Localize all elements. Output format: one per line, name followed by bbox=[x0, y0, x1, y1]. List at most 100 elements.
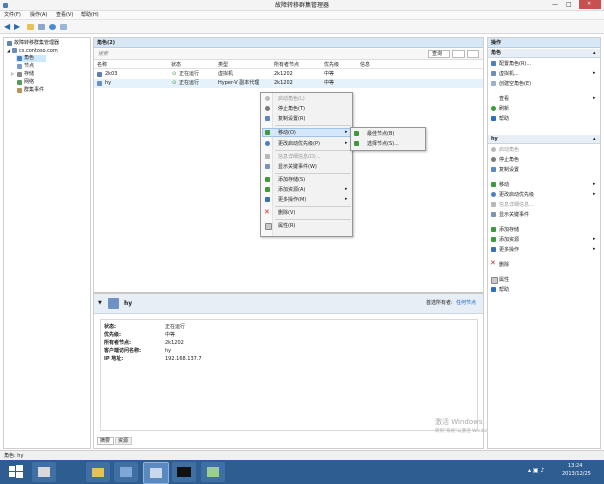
title-bar: 故障转移群集管理器 — □ ✕ bbox=[0, 0, 604, 11]
menu-item-replication[interactable]: 复制设置(R) bbox=[278, 117, 305, 122]
section-roles-title: 角色 bbox=[491, 50, 502, 56]
action-help[interactable]: 帮助 bbox=[499, 117, 509, 122]
action-stop-role[interactable]: 停止角色 bbox=[499, 158, 519, 163]
menu-item-properties[interactable]: 属性(R) bbox=[278, 224, 295, 229]
action-create-empty-role[interactable]: 创建空角色(E) bbox=[499, 82, 531, 87]
column-name[interactable]: 名称 bbox=[97, 63, 107, 68]
help-icon[interactable] bbox=[49, 24, 56, 30]
action-info-details[interactable]: 信息详细信息... bbox=[499, 203, 534, 208]
clock-time[interactable]: 13:24 bbox=[568, 464, 582, 469]
any-node-link[interactable]: 任何节点 bbox=[456, 301, 476, 306]
action-start-role[interactable]: 启动角色 bbox=[499, 148, 519, 153]
menu-separator bbox=[275, 173, 351, 174]
taskbar-hyperv-icon[interactable] bbox=[114, 462, 138, 482]
delete-icon: ✕ bbox=[490, 259, 496, 267]
menu-item-more-actions[interactable]: 更多操作(M) bbox=[278, 198, 306, 203]
tree-item-events[interactable]: 群集事件 bbox=[24, 88, 44, 93]
action-move[interactable]: 移动 bbox=[499, 183, 509, 188]
start-button[interactable] bbox=[4, 462, 28, 482]
action-virtual-machines[interactable]: 虚拟机... bbox=[499, 72, 519, 77]
back-icon[interactable]: ◀ bbox=[4, 23, 10, 31]
close-button[interactable]: ✕ bbox=[579, 0, 601, 9]
tray-icons[interactable]: ▴ ▣ ♪ bbox=[528, 468, 544, 474]
menu-item-start-role[interactable]: 启动角色(L) bbox=[278, 97, 305, 102]
add-resource-icon bbox=[265, 187, 270, 192]
forward-icon[interactable]: ▶ bbox=[14, 23, 20, 31]
start-role-icon bbox=[265, 96, 270, 101]
taskbar-app-icon[interactable] bbox=[201, 462, 225, 482]
column-type[interactable]: 类型 bbox=[218, 63, 228, 68]
menu-view[interactable]: 查看(V) bbox=[56, 13, 73, 18]
column-info[interactable]: 信息 bbox=[360, 63, 370, 68]
taskbar-explorer-icon[interactable] bbox=[86, 462, 110, 482]
clock-date[interactable]: 2013/12/25 bbox=[562, 472, 591, 477]
menu-item-info-details[interactable]: 信息详细信息(D)... bbox=[278, 155, 321, 160]
search-input[interactable]: 搜索 bbox=[98, 52, 108, 57]
expand-storage-icon[interactable]: ▷ bbox=[11, 72, 14, 76]
submenu-arrow-icon: ▸ bbox=[593, 95, 596, 101]
action-add-storage[interactable]: 添加存储 bbox=[499, 228, 519, 233]
tree-root-label[interactable]: 故障转移群集管理器 bbox=[14, 41, 59, 46]
actions-section-roles[interactable]: 角色 ▴ bbox=[488, 49, 600, 58]
details-info-box: 状态: 正在运行 优先级: 中等 所有者节点: 2k1202 客户端访问名称: … bbox=[100, 319, 478, 431]
cluster-events-icon bbox=[17, 88, 22, 93]
action-refresh[interactable]: 刷新 bbox=[499, 107, 509, 112]
tab-summary[interactable]: 摘要 bbox=[97, 437, 114, 445]
networks-icon bbox=[17, 80, 22, 85]
minimize-button[interactable]: — bbox=[552, 2, 558, 8]
menu-item-move[interactable]: 移动(O) ▸ bbox=[262, 128, 351, 137]
taskbar-cmd-icon[interactable] bbox=[172, 462, 196, 482]
tree-cluster-label[interactable]: cs.contoso.com bbox=[19, 49, 58, 54]
priority-icon bbox=[265, 141, 270, 146]
menu-item-add-storage[interactable]: 添加存储(S) bbox=[278, 178, 305, 183]
tree-item-storage[interactable]: 存储 bbox=[24, 72, 34, 77]
console-tree-icon[interactable] bbox=[38, 24, 45, 30]
details-role-icon bbox=[108, 298, 119, 309]
actions-section-hy[interactable]: hy ▴ bbox=[488, 135, 600, 144]
menu-item-priority[interactable]: 更改启动优先级(P) bbox=[278, 142, 320, 147]
table-row[interactable]: 2k03 ⊙ 正在运行 虚拟机 2k1202 中等 bbox=[94, 70, 483, 79]
taskbar: ▴ ▣ ♪ 13:24 2013/12/25 bbox=[0, 460, 604, 484]
maximize-button[interactable]: □ bbox=[566, 2, 572, 8]
critical-events-icon bbox=[265, 164, 270, 169]
submenu-item-select-node[interactable]: 选择节点(S)... bbox=[367, 142, 399, 147]
delete-icon: ✕ bbox=[264, 208, 270, 216]
action-help-2[interactable]: 帮助 bbox=[499, 288, 509, 293]
action-delete[interactable]: 删除 bbox=[499, 263, 509, 268]
action-priority[interactable]: 更改启动优先级 bbox=[499, 193, 534, 198]
menu-action[interactable]: 操作(A) bbox=[30, 13, 47, 18]
action-pane-icon[interactable] bbox=[60, 24, 67, 30]
table-row[interactable]: hy ⊙ 正在运行 Hyper-V 副本代理 2k1202 中等 bbox=[94, 79, 483, 88]
taskbar-server-manager-icon[interactable] bbox=[32, 462, 56, 482]
menu-file[interactable]: 文件(F) bbox=[4, 13, 21, 18]
column-owner[interactable]: 所有者节点 bbox=[274, 63, 299, 68]
stop-role-icon bbox=[491, 157, 496, 162]
menu-item-critical-events[interactable]: 显示关键事件(W) bbox=[278, 165, 317, 170]
column-priority[interactable]: 优先级 bbox=[324, 63, 339, 68]
action-critical-events[interactable]: 显示关键事件 bbox=[499, 213, 529, 218]
submenu-item-best-node[interactable]: 最佳节点(B) bbox=[367, 132, 394, 137]
action-replication[interactable]: 复制设置 bbox=[499, 168, 519, 173]
tab-summary-label: 摘要 bbox=[100, 438, 111, 444]
expand-icon[interactable]: ◢ bbox=[7, 49, 10, 53]
tree-item-networks[interactable]: 网络 bbox=[24, 80, 34, 85]
collapse-icon[interactable]: ▼ bbox=[98, 301, 102, 306]
action-more-actions[interactable]: 更多操作 bbox=[499, 248, 519, 253]
up-folder-icon[interactable] bbox=[27, 24, 34, 30]
taskbar-cluster-manager-icon[interactable] bbox=[143, 462, 169, 484]
action-configure-role[interactable]: 配置角色(R)... bbox=[499, 62, 531, 67]
tab-resources[interactable]: 资源 bbox=[115, 437, 132, 445]
action-add-resource[interactable]: 添加资源 bbox=[499, 238, 519, 243]
row-name: 2k03 bbox=[105, 71, 118, 77]
menu-item-add-resource[interactable]: 添加资源(A) bbox=[278, 188, 305, 193]
menu-help[interactable]: 帮助(H) bbox=[81, 13, 99, 18]
query-button[interactable]: 查询 bbox=[428, 50, 450, 58]
menu-item-stop-role[interactable]: 停止角色(T) bbox=[278, 107, 305, 112]
action-view[interactable]: 查看 bbox=[499, 97, 509, 102]
expand-query-button[interactable] bbox=[467, 50, 479, 58]
menu-item-delete[interactable]: 删除(V) bbox=[278, 211, 295, 216]
tree-item-nodes[interactable]: 节点 bbox=[24, 64, 34, 69]
column-status[interactable]: 状态 bbox=[171, 63, 181, 68]
save-query-button[interactable] bbox=[452, 50, 465, 58]
action-properties[interactable]: 属性 bbox=[499, 278, 509, 283]
